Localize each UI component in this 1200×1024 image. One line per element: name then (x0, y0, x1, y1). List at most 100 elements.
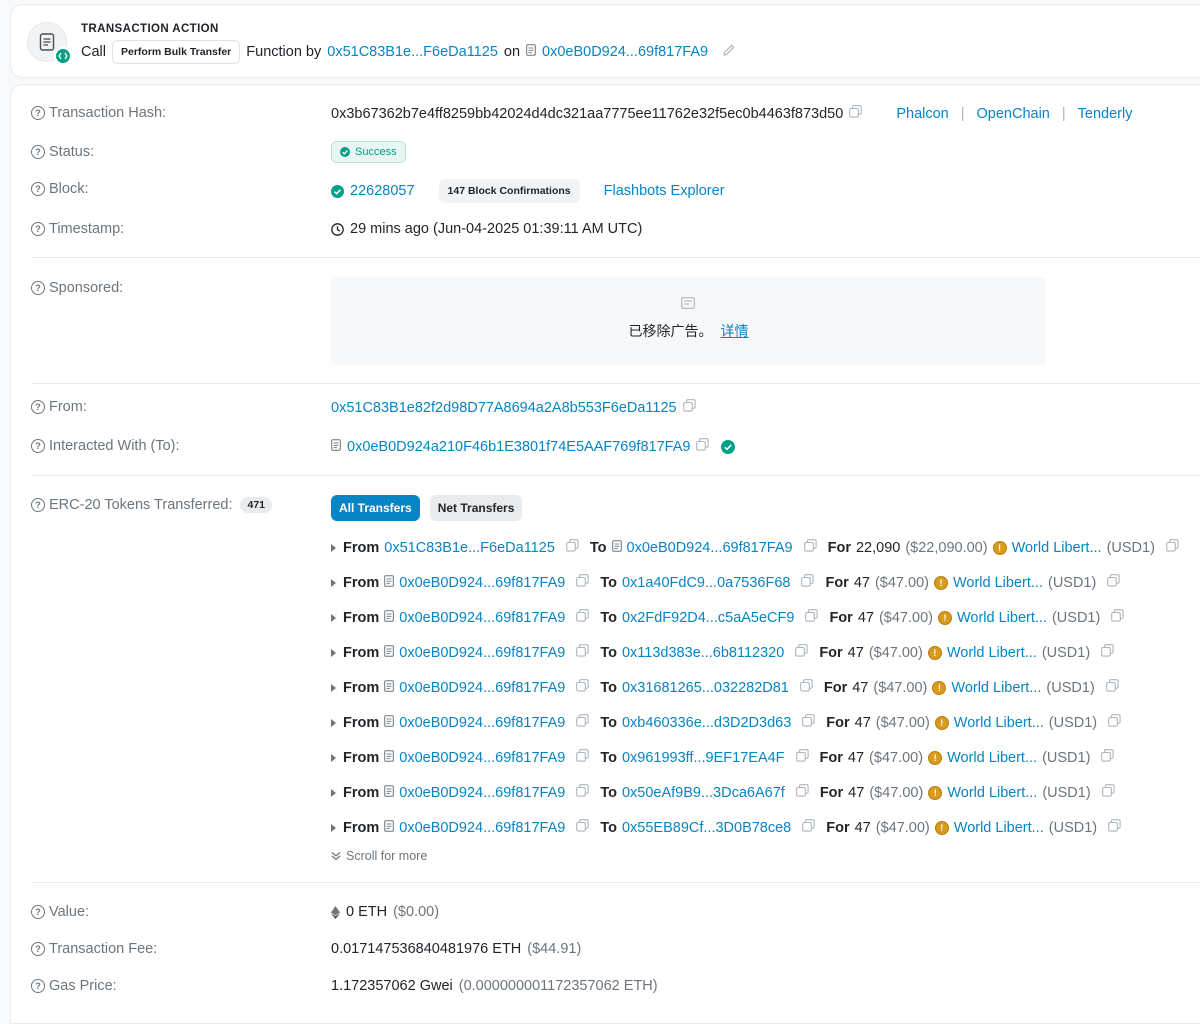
token-link[interactable]: World Libert... (954, 715, 1044, 731)
copy-icon[interactable] (576, 714, 589, 731)
copy-icon[interactable] (803, 539, 817, 556)
tenderly-link[interactable]: Tenderly (1078, 106, 1133, 122)
copy-icon[interactable] (576, 574, 589, 591)
token-link[interactable]: World Libert... (951, 680, 1041, 696)
expand-caret-icon[interactable] (331, 753, 336, 762)
function-name-pill[interactable]: Perform Bulk Transfer (111, 40, 241, 64)
token-link[interactable]: World Libert... (947, 645, 1037, 661)
caller-link[interactable]: 0x51C83B1e...F6eDa1125 (327, 44, 498, 60)
copy-icon[interactable] (1101, 784, 1115, 801)
help-icon[interactable]: ? (31, 182, 45, 196)
expand-caret-icon[interactable] (331, 788, 336, 797)
copy-icon[interactable] (576, 679, 589, 696)
copy-icon[interactable] (795, 749, 809, 766)
help-icon[interactable]: ? (31, 281, 45, 295)
scroll-more-button[interactable]: Scroll for more (331, 849, 427, 863)
transfer-row[interactable]: From 0x0eB0D924...69f817FA9 To 0x2FdF92D4..… (331, 609, 1124, 626)
transfer-from-link[interactable]: 0x0eB0D924...69f817FA9 (399, 715, 565, 731)
copy-icon[interactable] (1166, 539, 1179, 556)
transfer-from-link[interactable]: 0x0eB0D924...69f817FA9 (399, 820, 565, 836)
help-icon[interactable]: ? (31, 222, 45, 236)
transfer-from-link[interactable]: 0x0eB0D924...69f817FA9 (399, 680, 565, 696)
expand-caret-icon[interactable] (331, 578, 336, 587)
copy-icon[interactable] (805, 609, 819, 626)
contract-link[interactable]: 0x0eB0D924...69f817FA9 (542, 44, 708, 60)
copy-icon[interactable] (576, 644, 589, 661)
block-link[interactable]: 22628057 (350, 183, 415, 199)
transfer-from-link[interactable]: 0x0eB0D924...69f817FA9 (399, 750, 565, 766)
copy-icon[interactable] (576, 819, 589, 836)
copy-icon[interactable] (802, 819, 815, 836)
copy-icon[interactable] (576, 609, 589, 626)
transfer-to-link[interactable]: 0x1a40FdC9...0a7536F68 (622, 575, 791, 591)
copy-icon[interactable] (1101, 644, 1114, 661)
copy-icon[interactable] (800, 679, 813, 696)
copy-icon[interactable] (696, 438, 710, 455)
expand-caret-icon[interactable] (331, 683, 336, 692)
tab-all-transfers[interactable]: All Transfers (331, 495, 420, 521)
tab-net-transfers[interactable]: Net Transfers (429, 495, 523, 521)
copy-icon[interactable] (576, 784, 589, 801)
token-link[interactable]: World Libert... (957, 610, 1047, 626)
transfer-to-link[interactable]: 0x50eAf9B9...3Dca6A67f (622, 785, 785, 801)
expand-caret-icon[interactable] (331, 543, 336, 552)
copy-icon[interactable] (849, 105, 862, 122)
transfer-to-link[interactable]: 0x31681265...032282D81 (622, 680, 789, 696)
token-link[interactable]: World Libert... (1012, 540, 1102, 556)
copy-icon[interactable] (801, 574, 815, 591)
copy-icon[interactable] (1108, 819, 1121, 836)
flashbots-link[interactable]: Flashbots Explorer (604, 183, 725, 199)
openchain-link[interactable]: OpenChain (977, 106, 1050, 122)
transfer-to-link[interactable]: 0x961993ff...9EF17EA4F (622, 750, 785, 766)
help-icon[interactable]: ? (31, 106, 45, 120)
transfer-from-link[interactable]: 0x0eB0D924...69f817FA9 (399, 645, 565, 661)
transfer-row[interactable]: From 0x0eB0D924...69f817FA9 To 0x961993ff..… (331, 749, 1115, 766)
transfer-from-link[interactable]: 0x0eB0D924...69f817FA9 (399, 610, 565, 626)
help-icon[interactable]: ? (31, 439, 45, 453)
token-link[interactable]: World Libert... (953, 575, 1043, 591)
help-icon[interactable]: ? (31, 400, 45, 414)
expand-caret-icon[interactable] (331, 823, 336, 832)
help-icon[interactable]: ? (31, 979, 45, 993)
from-address-link[interactable]: 0x51C83B1e82f2d98D77A8694a2A8b553F6eDa11… (331, 400, 677, 416)
expand-caret-icon[interactable] (331, 648, 336, 657)
copy-icon[interactable] (1108, 714, 1121, 731)
transfer-from-link[interactable]: 0x0eB0D924...69f817FA9 (399, 785, 565, 801)
ad-details-link[interactable]: 详情 (721, 323, 749, 339)
transfer-from-link[interactable]: 0x0eB0D924...69f817FA9 (399, 575, 565, 591)
transfer-row[interactable]: From 0x0eB0D924...69f817FA9 To 0x1a40FdC9..… (331, 574, 1120, 591)
help-icon[interactable]: ? (31, 145, 45, 159)
token-link[interactable]: World Libert... (947, 785, 1037, 801)
to-address-link[interactable]: 0x0eB0D924a210F46b1E3801f74E5AAF769f817F… (347, 439, 690, 455)
transfer-from-link[interactable]: 0x51C83B1e...F6eDa1125 (384, 540, 555, 556)
transfer-to-link[interactable]: 0x55EB89Cf...3D0B78ce8 (622, 820, 791, 836)
transfer-to-link[interactable]: 0x113d383e...6b8112320 (622, 645, 784, 661)
copy-icon[interactable] (1111, 609, 1124, 626)
copy-icon[interactable] (802, 714, 815, 731)
edit-pencil-icon[interactable] (722, 43, 736, 61)
token-link[interactable]: World Libert... (954, 820, 1044, 836)
help-icon[interactable]: ? (31, 942, 45, 956)
expand-caret-icon[interactable] (331, 718, 336, 727)
transfer-row[interactable]: From 0x0eB0D924...69f817FA9 To 0x113d383e..… (331, 644, 1114, 661)
transfer-row[interactable]: From 0x0eB0D924...69f817FA9 To 0x55EB89Cf..… (331, 819, 1121, 836)
phalcon-link[interactable]: Phalcon (896, 106, 948, 122)
help-icon[interactable]: ? (31, 498, 45, 512)
token-link[interactable]: World Libert... (947, 750, 1037, 766)
copy-icon[interactable] (1105, 679, 1119, 696)
copy-icon[interactable] (795, 784, 809, 801)
transfer-to-link[interactable]: 0xb460336e...d3D2D3d63 (622, 715, 791, 731)
transfer-row[interactable]: From 0x0eB0D924...69f817FA9 To 0xb460336e..… (331, 714, 1121, 731)
copy-icon[interactable] (566, 539, 579, 556)
expand-caret-icon[interactable] (331, 613, 336, 622)
transfer-to-link[interactable]: 0x2FdF92D4...c5aA5eCF9 (622, 610, 794, 626)
transfer-row[interactable]: From 0x0eB0D924...69f817FA9 To 0x31681265..… (331, 679, 1119, 696)
transfer-row[interactable]: From 0x0eB0D924...69f817FA9 To 0x50eAf9B9..… (331, 784, 1115, 801)
copy-icon[interactable] (576, 749, 589, 766)
copy-icon[interactable] (682, 399, 696, 416)
copy-icon[interactable] (1101, 749, 1115, 766)
help-icon[interactable]: ? (31, 905, 45, 919)
copy-icon[interactable] (1107, 574, 1120, 591)
copy-icon[interactable] (795, 644, 808, 661)
transfer-to-link[interactable]: 0x0eB0D924...69f817FA9 (627, 540, 793, 556)
